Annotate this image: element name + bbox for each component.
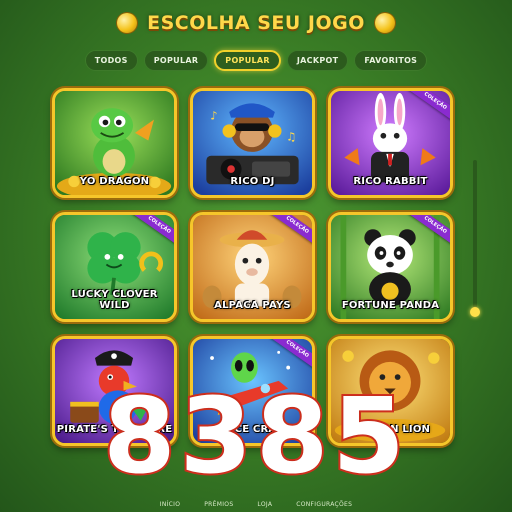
game-card-rico-dj[interactable]: ♪ ♫ RICO DJ (190, 88, 315, 198)
tab-jackpot[interactable]: JACKPOT (286, 50, 349, 71)
gold-coin-icon (374, 13, 395, 33)
tab-popular-active[interactable]: POPULAR (214, 50, 281, 71)
game-title: LUCKY CLOVER WILD (71, 289, 158, 311)
scrollbar-thumb[interactable] (470, 307, 480, 317)
nav-configuracoes[interactable]: CONFIGURAÇÕES (296, 501, 352, 508)
game-card-fortune-panda[interactable]: COLEÇÃO FORTUNE PANDA (328, 212, 453, 322)
overlay-number: 8385 (101, 375, 409, 497)
header: ESCOLHA SEU JOGO (0, 6, 512, 40)
game-card-alpaca-pays[interactable]: COLEÇÃO ALPACA PAYS (190, 212, 315, 322)
gold-coin-icon (117, 13, 138, 33)
nav-loja[interactable]: LOJA (257, 501, 272, 508)
filter-tabs: TODOS POPULAR POPULAR JACKPOT FAVORITOS (0, 50, 512, 72)
nav-premios[interactable]: PRÊMIOS (204, 501, 233, 508)
game-card-rico-rabbit[interactable]: COLEÇÃO RICO RABBIT (328, 88, 453, 198)
scrollbar-track[interactable] (473, 160, 477, 312)
tab-popular[interactable]: POPULAR (143, 50, 209, 71)
game-card-yo-dragon[interactable]: YO DRAGON (52, 88, 177, 198)
svg-text:♪: ♪ (210, 109, 217, 123)
tab-todos[interactable]: TODOS (84, 50, 138, 71)
game-title: RICO RABBIT (353, 176, 428, 187)
svg-text:♫: ♫ (286, 130, 296, 144)
game-title: FORTUNE PANDA (341, 300, 440, 311)
tab-favoritos[interactable]: FAVORITOS (354, 50, 428, 71)
nav-inicio[interactable]: INÍCIO (160, 501, 181, 508)
game-title: YO DRAGON (79, 176, 150, 187)
game-card-lucky-clover-wild[interactable]: COLEÇÃO LUCKY CLOVER WILD (52, 212, 177, 322)
game-title: ALPACA PAYS (214, 300, 291, 311)
game-title: RICO DJ (230, 176, 275, 187)
page-title: ESCOLHA SEU JOGO (147, 12, 365, 34)
